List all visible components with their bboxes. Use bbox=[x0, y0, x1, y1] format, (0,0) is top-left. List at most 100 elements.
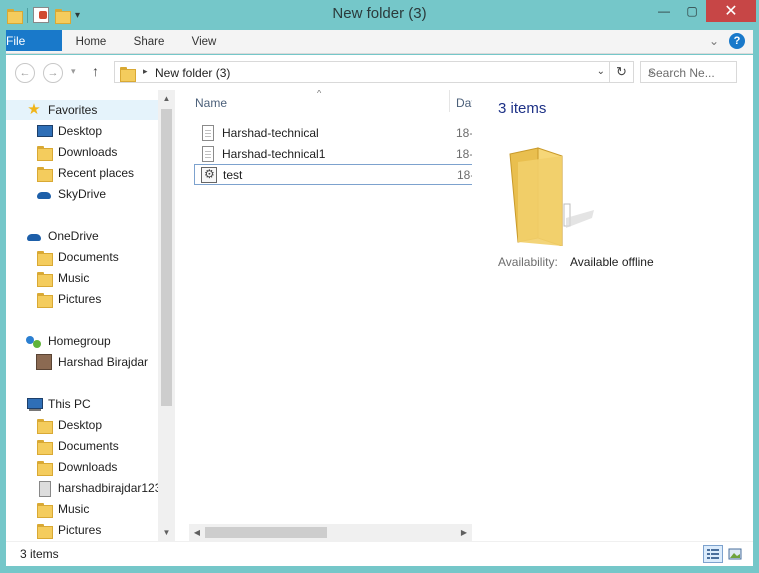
sidebar-item-pc-downloads[interactable]: Downloads bbox=[36, 457, 117, 477]
tab-view[interactable]: View bbox=[186, 30, 222, 54]
column-header-name[interactable]: Name bbox=[195, 96, 227, 110]
large-folder-icon bbox=[509, 147, 594, 246]
file-row[interactable]: Harshad-technical 18- bbox=[194, 122, 472, 143]
sidebar-item-onedrive[interactable]: OneDrive bbox=[26, 226, 99, 246]
sidebar-label: Pictures bbox=[58, 523, 102, 537]
sidebar-item-pc-pictures[interactable]: Pictures bbox=[36, 520, 101, 540]
explorer-window: ▾ New folder (3) — ▢ ✕ File Home Share V… bbox=[0, 0, 759, 573]
sidebar-label: Harshad Birajdar bbox=[58, 355, 149, 369]
computer-icon bbox=[26, 396, 43, 412]
tab-home[interactable]: Home bbox=[70, 30, 112, 54]
scroll-up-icon[interactable]: ▲ bbox=[158, 90, 175, 107]
sidebar-item-recent-places[interactable]: Recent places bbox=[36, 163, 134, 183]
availability-value: Available offline bbox=[570, 255, 654, 269]
sidebar-item-desktop[interactable]: Desktop bbox=[36, 121, 102, 141]
search-icon[interactable]: ⌕ bbox=[648, 65, 731, 80]
sidebar-item-pc-desktop[interactable]: Desktop bbox=[36, 415, 102, 435]
up-button[interactable]: ↑ bbox=[92, 63, 99, 79]
details-view-button[interactable] bbox=[703, 545, 723, 563]
tab-share[interactable]: Share bbox=[128, 30, 170, 54]
minimize-button[interactable]: — bbox=[650, 0, 678, 22]
content-area: ★ Favorites Desktop Downloads Recent pla… bbox=[6, 90, 753, 541]
sidebar-label: Documents bbox=[58, 250, 119, 264]
sidebar-scrollbar[interactable]: ▲ ▼ bbox=[158, 90, 175, 541]
sidebar-label: Downloads bbox=[58, 145, 118, 159]
file-row-selected[interactable]: test 18- bbox=[194, 164, 472, 185]
folder-icon bbox=[36, 438, 53, 455]
sidebar-label: Downloads bbox=[58, 460, 118, 474]
sidebar-item-this-pc[interactable]: This PC bbox=[26, 394, 91, 414]
recent-locations-button[interactable]: ▾ bbox=[71, 66, 76, 77]
details-pane: 3 items Availability: Available offline bbox=[472, 90, 753, 541]
sidebar-item-harshad-birajdar[interactable]: Harshad Birajdar bbox=[36, 352, 148, 372]
refresh-button[interactable]: ↻ bbox=[609, 62, 633, 82]
expand-ribbon-icon[interactable]: ⌄ bbox=[709, 34, 719, 48]
sidebar-label: OneDrive bbox=[48, 229, 99, 243]
back-button[interactable]: ← bbox=[15, 63, 35, 83]
tab-file[interactable]: File bbox=[6, 30, 62, 51]
file-list: ^ Name Dat Harshad-technical 18- Harshad… bbox=[189, 90, 472, 541]
column-divider[interactable] bbox=[449, 90, 450, 112]
details-view-icon bbox=[707, 549, 719, 559]
sidebar-label: SkyDrive bbox=[58, 187, 107, 201]
downloads-folder-icon bbox=[36, 144, 53, 161]
large-icons-view-icon bbox=[728, 548, 742, 560]
forward-button[interactable]: → bbox=[43, 63, 63, 83]
help-icon[interactable]: ? bbox=[729, 33, 745, 49]
folder-icon bbox=[36, 522, 53, 539]
item-count-heading: 3 items bbox=[498, 100, 547, 117]
file-date: 18- bbox=[457, 167, 472, 182]
breadcrumb-chevron-icon[interactable]: ▸ bbox=[143, 66, 148, 77]
file-name: Harshad-technical1 bbox=[222, 146, 326, 161]
sidebar-item-downloads[interactable]: Downloads bbox=[36, 142, 117, 162]
user-avatar-icon bbox=[36, 354, 52, 370]
sidebar-item-pc-documents[interactable]: Documents bbox=[36, 436, 119, 456]
status-item-count: 3 items bbox=[20, 547, 59, 561]
close-button[interactable]: ✕ bbox=[706, 0, 756, 22]
sidebar-label: harshadbirajdar123 bbox=[58, 481, 162, 495]
status-bar: 3 items bbox=[6, 541, 753, 566]
title-bar: ▾ New folder (3) — ▢ ✕ bbox=[0, 0, 759, 29]
file-list-horizontal-scrollbar[interactable]: ◀ ▶ bbox=[189, 524, 472, 541]
sidebar-item-homegroup[interactable]: Homegroup bbox=[26, 331, 111, 351]
large-icons-view-button[interactable] bbox=[725, 545, 745, 563]
folder-icon bbox=[36, 501, 53, 518]
desktop-icon bbox=[36, 123, 53, 139]
file-date: 18- bbox=[456, 146, 472, 161]
scrollbar-thumb[interactable] bbox=[205, 527, 327, 538]
sidebar-item-skydrive[interactable]: SkyDrive bbox=[36, 184, 106, 204]
column-header-date[interactable]: Dat bbox=[456, 96, 472, 110]
sidebar-label: This PC bbox=[48, 397, 91, 411]
scroll-left-icon[interactable]: ◀ bbox=[189, 524, 205, 541]
scroll-right-icon[interactable]: ▶ bbox=[456, 524, 472, 541]
sidebar-item-pictures[interactable]: Pictures bbox=[36, 289, 101, 309]
ribbon-right-controls: ⌄ ? bbox=[709, 33, 745, 49]
file-row[interactable]: Harshad-technical1 18- bbox=[194, 143, 472, 164]
address-dropdown-icon[interactable]: ⌄ bbox=[597, 66, 605, 77]
file-name: Harshad-technical bbox=[222, 125, 319, 140]
sidebar-label: Homegroup bbox=[48, 334, 111, 348]
search-box[interactable]: Search Ne... ⌕ bbox=[640, 61, 737, 83]
sidebar-item-favorites[interactable]: ★ Favorites bbox=[6, 100, 158, 120]
address-bar[interactable]: ▸ New folder (3) ⌄ ↻ bbox=[114, 61, 634, 83]
file-date: 18- bbox=[456, 125, 472, 140]
sidebar-label: Recent places bbox=[58, 166, 135, 180]
folder-icon bbox=[36, 459, 53, 476]
cloud-icon bbox=[36, 186, 52, 202]
sidebar-label: Desktop bbox=[58, 124, 103, 138]
sidebar-label: Pictures bbox=[58, 292, 102, 306]
scrollbar-thumb[interactable] bbox=[161, 109, 172, 406]
ribbon: File Home Share View ⌄ ? bbox=[6, 30, 753, 54]
folder-icon bbox=[36, 270, 53, 287]
availability-label: Availability: bbox=[498, 255, 558, 269]
sidebar-item-documents[interactable]: Documents bbox=[36, 247, 119, 267]
document-icon bbox=[202, 145, 214, 162]
sidebar-item-pc-music[interactable]: Music bbox=[36, 499, 89, 519]
sidebar-item-music[interactable]: Music bbox=[36, 268, 89, 288]
recent-places-icon bbox=[36, 165, 53, 182]
maximize-button[interactable]: ▢ bbox=[678, 0, 706, 22]
scroll-down-icon[interactable]: ▼ bbox=[158, 524, 175, 541]
breadcrumb-current[interactable]: New folder (3) bbox=[155, 66, 230, 80]
navigation-bar: ← → ▾ ↑ ▸ New folder (3) ⌄ ↻ Search Ne..… bbox=[6, 55, 753, 90]
sidebar-item-pc-drive[interactable]: harshadbirajdar123 bbox=[36, 478, 161, 498]
